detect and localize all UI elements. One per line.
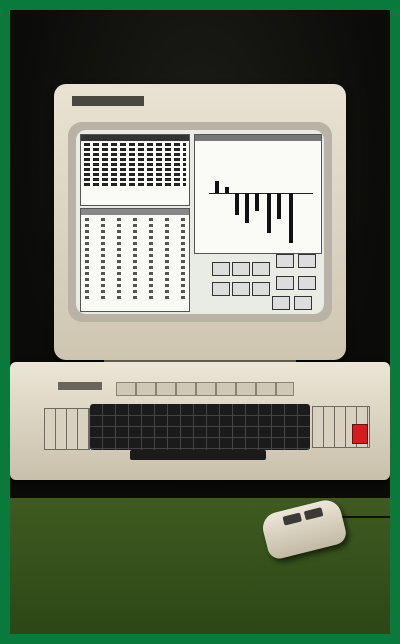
red-key: [352, 424, 368, 444]
desktop-icon: [294, 296, 312, 310]
chart-bar: [225, 187, 229, 193]
chart-bar: [277, 193, 281, 219]
desktop-icon: [252, 282, 270, 296]
mouse-cord: [340, 516, 390, 518]
monitor-screen: [76, 130, 324, 314]
chart-bar: [215, 181, 219, 193]
table-window: [80, 208, 190, 312]
monitor-bezel: [68, 122, 332, 322]
spreadsheet-window: [80, 134, 190, 206]
chart-bar: [267, 193, 271, 233]
chart-window: [194, 134, 322, 254]
desktop-icon: [298, 254, 316, 268]
keyboard-icon: [10, 362, 390, 480]
desktop-icon: [298, 276, 316, 290]
mouse-button-right: [303, 507, 324, 521]
desktop-icon: [232, 262, 250, 276]
desktop-icon: [212, 262, 230, 276]
main-keys: [90, 404, 310, 450]
desktop-icon: [212, 282, 230, 296]
left-keypad: [44, 408, 90, 450]
desktop-icon: [272, 296, 290, 310]
chart-bar: [245, 193, 249, 223]
keyboard-label-plate: [58, 382, 102, 390]
photograph: [10, 10, 390, 634]
chart-bar: [235, 193, 239, 215]
function-keys: [116, 382, 294, 396]
desktop-icon: [276, 276, 294, 290]
photo-frame: [0, 0, 400, 644]
mouse-button-left: [282, 512, 303, 526]
desktop-icon: [232, 282, 250, 296]
spacebar: [130, 450, 266, 460]
chart-bar: [289, 193, 293, 243]
monitor-badge: [72, 96, 144, 106]
monitor-icon: [54, 84, 346, 360]
desktop-icon: [252, 262, 270, 276]
chart-bar: [255, 193, 259, 211]
desktop-icon: [276, 254, 294, 268]
